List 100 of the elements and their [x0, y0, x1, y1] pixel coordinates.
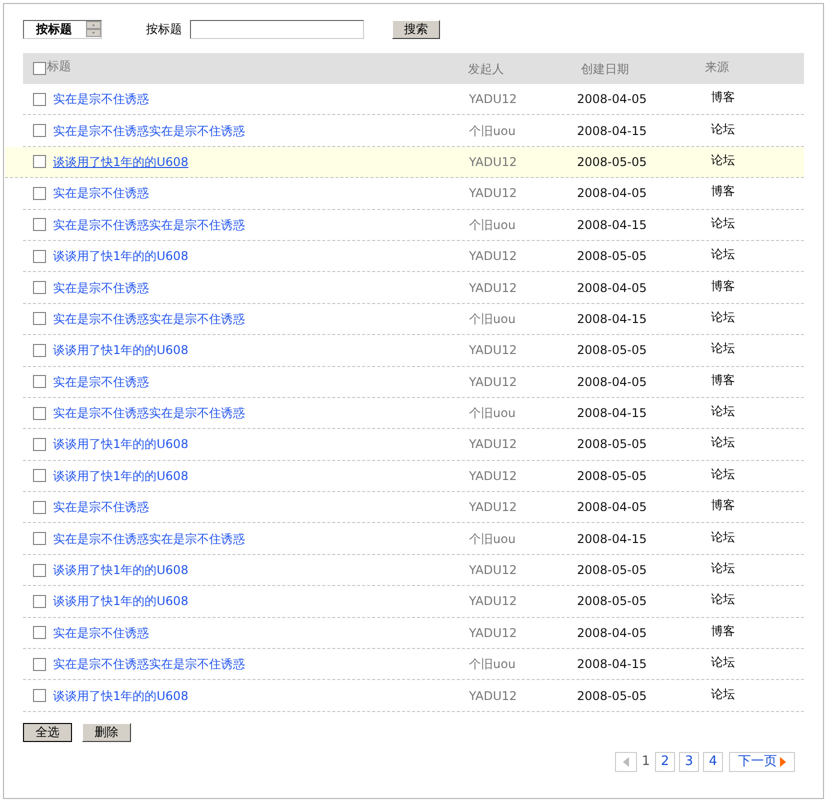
date-cell-text: 2008-05-05	[577, 468, 648, 485]
author-cell-text: YADU12	[469, 468, 518, 485]
source-cell-text: 论坛	[711, 686, 735, 703]
page-link[interactable]: 3	[679, 752, 699, 772]
checkbox[interactable]	[33, 218, 46, 232]
title-link[interactable]: 实在是宗不住诱惑实在是宗不住诱惑	[53, 312, 245, 326]
checkbox[interactable]	[33, 186, 46, 200]
page-link[interactable]: 1	[640, 752, 651, 772]
title-link[interactable]: 实在是宗不住诱惑	[53, 500, 149, 514]
title-link[interactable]: 谈谈用了快1年的的U608	[53, 249, 188, 264]
title-link[interactable]: 实在是宗不住诱惑实在是宗不住诱惑	[53, 124, 245, 138]
date-cell-text: 2008-04-05	[577, 374, 648, 391]
title-link[interactable]: 实在是宗不住诱惑	[53, 626, 149, 640]
date-cell-text: 2008-05-05	[577, 688, 648, 705]
checkbox[interactable]	[33, 62, 46, 75]
source-cell-text: 论坛	[711, 560, 735, 578]
title-link[interactable]: 实在是宗不住诱惑	[53, 374, 149, 389]
source-cell-text: 博客	[711, 278, 735, 295]
date-cell-text: 2008-04-05	[577, 499, 648, 516]
author-cell-text: YADU12	[469, 185, 518, 202]
checkbox[interactable]	[33, 406, 46, 420]
author-cell-text: YADU12	[469, 154, 518, 171]
author-cell-text: 个旧uou	[469, 122, 517, 140]
checkbox[interactable]	[33, 658, 46, 671]
spinner-icon	[86, 21, 101, 37]
date-cell-text: 2008-04-05	[577, 185, 648, 202]
source-cell-text: 论坛	[711, 246, 735, 264]
source-cell-text: 论坛	[711, 152, 735, 169]
source-cell-text: 论坛	[711, 308, 735, 326]
date-cell-text: 2008-04-15	[577, 122, 648, 140]
title-link[interactable]: 实在是宗不住诱惑实在是宗不住诱惑	[53, 218, 245, 232]
author-cell-text: 个旧uou	[469, 216, 517, 234]
author-cell-text: YADU12	[469, 562, 518, 580]
column-header: 创建日期	[581, 60, 630, 78]
checkbox[interactable]	[33, 124, 46, 138]
author-cell-text: YADU12	[469, 374, 518, 391]
source-cell-text: 博客	[711, 89, 735, 106]
title-link[interactable]: 谈谈用了快1年的的U608	[53, 594, 188, 608]
date-cell-text: 2008-04-15	[577, 216, 648, 234]
checkbox[interactable]	[33, 469, 46, 482]
date-cell-text: 2008-04-05	[577, 624, 648, 642]
checkbox[interactable]	[33, 689, 46, 702]
author-cell-text: 个旧uou	[469, 405, 517, 422]
page-link[interactable]: 4	[703, 752, 723, 772]
right-triangle-icon	[780, 756, 786, 767]
checkbox[interactable]	[33, 312, 46, 326]
author-cell-text: YADU12	[469, 688, 518, 705]
checkbox[interactable]	[33, 92, 46, 106]
author-cell-text: YADU12	[469, 593, 518, 610]
select-field[interactable]: 按标题	[23, 20, 102, 38]
checkbox[interactable]	[33, 594, 46, 608]
title-link[interactable]: 谈谈用了快1年的的U608	[53, 343, 188, 358]
title-link[interactable]: 谈谈用了快1年的的U608	[53, 468, 188, 483]
author-cell-text: YADU12	[469, 280, 518, 297]
checkbox[interactable]	[33, 281, 46, 294]
title-link[interactable]: 实在是宗不住诱惑	[53, 280, 149, 295]
column-header: 来源	[705, 59, 729, 76]
checkbox[interactable]	[33, 438, 46, 451]
next-page-link[interactable]: 下一页	[729, 752, 795, 772]
action-button[interactable]: 全选	[23, 722, 72, 742]
date-cell-text: 2008-04-15	[577, 656, 648, 674]
source-cell-text: 论坛	[711, 403, 735, 420]
source-cell-text: 博客	[711, 497, 735, 514]
checkbox[interactable]	[33, 250, 46, 263]
author-cell-text: YADU12	[469, 248, 518, 266]
title-link[interactable]: 实在是宗不住诱惑实在是宗不住诱惑	[53, 532, 245, 546]
search-field[interactable]	[190, 20, 364, 38]
checkbox[interactable]	[33, 155, 46, 168]
date-cell-text: 2008-04-05	[577, 91, 648, 108]
source-cell-text: 博客	[711, 372, 735, 389]
title-link[interactable]: 谈谈用了快1年的的U608	[53, 688, 188, 703]
title-link[interactable]: 实在是宗不住诱惑实在是宗不住诱惑	[53, 657, 245, 672]
author-cell-text: 个旧uou	[469, 310, 517, 328]
source-cell-text: 论坛	[711, 120, 735, 138]
checkbox[interactable]	[33, 564, 46, 577]
title-link[interactable]: 谈谈用了快1年的的U608	[53, 563, 188, 578]
checkbox[interactable]	[33, 532, 46, 546]
source-cell-text: 博客	[711, 622, 735, 640]
source-cell-text: 论坛	[711, 591, 735, 608]
source-cell-text: 论坛	[711, 434, 735, 452]
page-link[interactable]: 2	[655, 752, 675, 772]
checkbox[interactable]	[33, 375, 46, 388]
title-link[interactable]: 谈谈用了快1年的的U608	[53, 154, 188, 169]
title-link[interactable]: 实在是宗不住诱惑实在是宗不住诱惑	[53, 406, 245, 420]
checkbox[interactable]	[33, 500, 46, 514]
date-cell-text: 2008-04-15	[577, 405, 648, 422]
checkbox[interactable]	[33, 626, 46, 640]
date-cell-text: 2008-05-05	[577, 154, 648, 171]
date-cell-text: 2008-05-05	[577, 342, 648, 360]
author-cell-text: YADU12	[469, 436, 518, 454]
search-button[interactable]: 搜索	[392, 20, 440, 38]
checkbox[interactable]	[33, 344, 46, 357]
date-cell-text: 2008-04-05	[577, 280, 648, 297]
source-cell-text: 论坛	[711, 340, 735, 358]
title-link[interactable]: 实在是宗不住诱惑	[53, 92, 149, 106]
action-button[interactable]: 删除	[82, 722, 131, 742]
title-link[interactable]: 谈谈用了快1年的的U608	[53, 437, 188, 452]
date-cell-text: 2008-04-15	[577, 530, 648, 548]
source-cell-text: 论坛	[711, 466, 735, 483]
title-link[interactable]: 实在是宗不住诱惑	[53, 186, 149, 200]
